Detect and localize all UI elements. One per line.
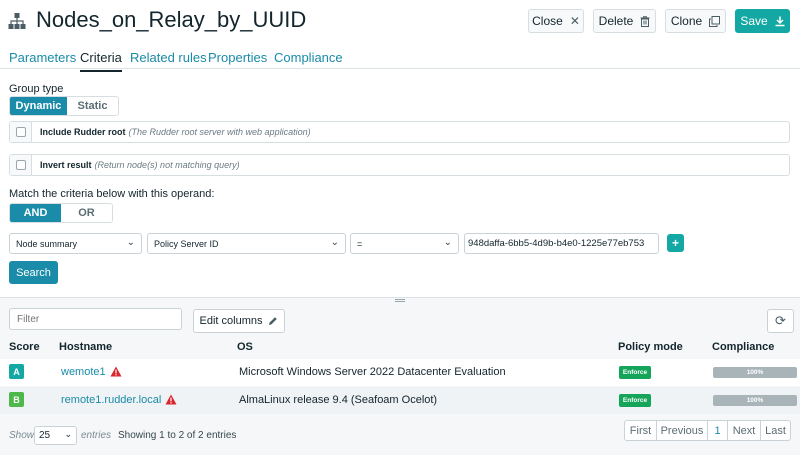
- close-button[interactable]: Close ✕: [528, 9, 584, 33]
- trash-icon: [640, 15, 650, 27]
- pager-last[interactable]: Last: [761, 421, 790, 440]
- pager-page-1[interactable]: 1: [708, 421, 728, 440]
- criteria-attribute-select[interactable]: Policy Server ID ⌄: [147, 233, 346, 254]
- clone-button[interactable]: Clone: [665, 9, 726, 33]
- warning-icon: [165, 394, 177, 405]
- edit-columns-button[interactable]: Edit columns: [193, 309, 285, 333]
- entries-label: entries: [81, 430, 112, 441]
- include-root-checkbox[interactable]: [10, 122, 32, 142]
- tab-related-rules[interactable]: Related rules: [130, 50, 207, 65]
- filter-input[interactable]: [9, 308, 182, 330]
- chevron-down-icon: ⌄: [443, 237, 452, 248]
- pager-next[interactable]: Next: [728, 421, 761, 440]
- group-type-toggle: Dynamic Static: [9, 96, 119, 116]
- warning-icon: [110, 366, 122, 377]
- refresh-icon: ⟳: [775, 313, 786, 328]
- search-button[interactable]: Search: [9, 261, 58, 284]
- tab-bar: Parameters Criteria Related rules Proper…: [0, 42, 800, 72]
- resize-handle[interactable]: [395, 299, 405, 302]
- column-header-score[interactable]: Score: [9, 341, 40, 353]
- pagination: First Previous 1 Next Last: [624, 420, 791, 441]
- hostname-text: wemote1: [61, 366, 106, 378]
- chevron-down-icon: ⌄: [126, 237, 135, 248]
- save-button[interactable]: Save: [735, 9, 790, 33]
- chevron-down-icon: ⌄: [64, 429, 72, 439]
- clone-button-label: Clone: [670, 14, 703, 28]
- tab-compliance[interactable]: Compliance: [274, 50, 343, 65]
- os-cell: AlmaLinux release 9.4 (Seafoam Ocelot): [239, 394, 438, 406]
- hostname-link[interactable]: wemote1: [61, 366, 122, 378]
- include-root-desc: (The Rudder root server with web applica…: [128, 127, 311, 137]
- pager-first[interactable]: First: [625, 421, 657, 440]
- tab-properties[interactable]: Properties: [208, 50, 267, 65]
- score-badge: A: [9, 364, 24, 379]
- tab-parameters[interactable]: Parameters: [9, 50, 76, 65]
- close-button-label: Close: [532, 14, 563, 28]
- hostname-link[interactable]: remote1.rudder.local: [61, 394, 177, 406]
- criteria-comparator-value: =: [357, 238, 363, 249]
- table-info: Showing 1 to 2 of 2 entries: [118, 430, 237, 441]
- criteria-attribute-value: Policy Server ID: [154, 238, 219, 249]
- operand-and[interactable]: AND: [10, 204, 61, 222]
- copy-icon: [709, 15, 721, 27]
- add-criteria-button[interactable]: +: [667, 234, 684, 252]
- policy-mode-badge: Enforce: [619, 366, 651, 379]
- include-root-label: Include Rudder root: [40, 127, 126, 137]
- operand-toggle: AND OR: [9, 203, 113, 223]
- column-header-compliance[interactable]: Compliance: [712, 341, 774, 353]
- column-header-hostname[interactable]: Hostname: [59, 341, 112, 353]
- page-size-value: 25: [39, 430, 51, 441]
- group-hierarchy-icon: [8, 13, 26, 29]
- criteria-value-input[interactable]: 948daffa-6bb5-4d9b-b4e0-1225e77eb753: [464, 233, 659, 254]
- operand-or[interactable]: OR: [61, 204, 112, 222]
- close-icon: ✕: [569, 14, 580, 28]
- group-type-static[interactable]: Static: [66, 97, 118, 115]
- group-type-dynamic[interactable]: Dynamic: [10, 97, 67, 115]
- criteria-object-select[interactable]: Node summary ⌄: [9, 233, 142, 254]
- show-label: Show: [9, 430, 35, 441]
- column-header-os[interactable]: OS: [237, 341, 253, 353]
- delete-button-label: Delete: [598, 14, 634, 28]
- group-type-label: Group type: [9, 83, 64, 95]
- policy-mode-badge: Enforce: [619, 394, 651, 407]
- os-cell: Microsoft Windows Server 2022 Datacenter…: [239, 366, 506, 378]
- page-title: Nodes_on_Relay_by_UUID: [36, 7, 307, 32]
- compliance-bar[interactable]: 100%: [713, 367, 797, 378]
- operand-label: Match the criteria below with this opera…: [9, 188, 215, 200]
- edit-columns-label: Edit columns: [199, 315, 263, 327]
- hostname-text: remote1.rudder.local: [61, 394, 162, 406]
- delete-button[interactable]: Delete: [593, 9, 656, 33]
- invert-result-label: Invert result: [40, 160, 92, 170]
- table-row: A wemote1 Microsoft Windows Server 2022 …: [0, 359, 800, 386]
- compliance-bar[interactable]: 100%: [713, 395, 797, 406]
- criteria-object-value: Node summary: [16, 238, 78, 249]
- invert-result-row: Invert result (Return node(s) not matchin…: [9, 154, 790, 176]
- column-header-policy-mode[interactable]: Policy mode: [618, 341, 683, 353]
- page-size-select[interactable]: 25 ⌄: [34, 426, 77, 445]
- score-badge: B: [9, 392, 24, 407]
- invert-result-checkbox[interactable]: [10, 155, 32, 175]
- invert-result-desc: (Return node(s) not matching query): [94, 160, 240, 170]
- pager-previous[interactable]: Previous: [657, 421, 708, 440]
- download-icon: [775, 16, 785, 26]
- include-root-row: Include Rudder root (The Rudder root serv…: [9, 121, 790, 143]
- table-row: B remote1.rudder.local AlmaLinux release…: [0, 387, 800, 414]
- tab-criteria[interactable]: Criteria: [80, 50, 122, 72]
- criteria-comparator-select[interactable]: = ⌄: [350, 233, 459, 254]
- refresh-button[interactable]: ⟳: [767, 309, 794, 333]
- chevron-down-icon: ⌄: [330, 237, 339, 248]
- save-button-label: Save: [740, 14, 768, 28]
- pencil-icon: [269, 317, 278, 325]
